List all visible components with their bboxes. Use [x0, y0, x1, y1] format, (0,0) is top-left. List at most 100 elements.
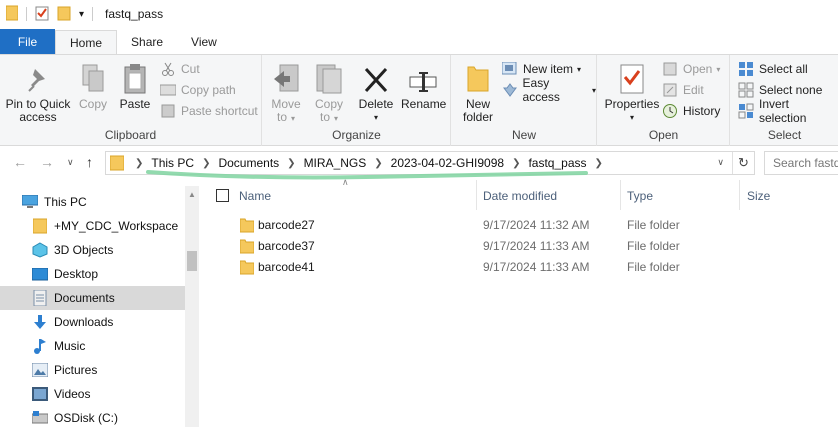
- breadcrumb-separator[interactable]: ❯: [512, 158, 520, 169]
- nav-item-videos[interactable]: Videos: [0, 382, 185, 406]
- new-group-label: New: [511, 128, 536, 142]
- organize-group: Move to ▾ Copy to ▾ Delete ▾ Rename Organi…: [263, 55, 451, 146]
- select-all-label: Select all: [759, 62, 808, 76]
- nav-item-pictures[interactable]: Pictures: [0, 358, 185, 382]
- breadcrumb-mira-ngs[interactable]: MIRA_NGS: [304, 156, 367, 170]
- file-list: ∧ Name Date modified Type Size barcode27…: [200, 177, 838, 427]
- file-date: 9/17/2024 11:33 AM: [483, 260, 590, 274]
- breadcrumb-separator[interactable]: ❯: [595, 158, 603, 169]
- cut-label: Cut: [181, 62, 200, 76]
- disk-icon: [32, 410, 48, 426]
- rename-button[interactable]: Rename: [401, 61, 446, 111]
- videos-icon: [32, 386, 48, 402]
- tab-file[interactable]: File: [0, 29, 55, 54]
- table-row[interactable]: barcode27 9/17/2024 11:32 AM File folder: [200, 214, 838, 235]
- select-group-label: Select: [767, 128, 802, 142]
- open-button[interactable]: Open ▾: [662, 59, 720, 79]
- column-divider[interactable]: [620, 180, 621, 210]
- new-folder-button[interactable]: New folder: [459, 61, 497, 124]
- pin-to-quick-access-button[interactable]: Pin to Quick access: [3, 61, 73, 124]
- column-size[interactable]: Size: [747, 189, 770, 209]
- recent-locations-icon[interactable]: ∨: [67, 157, 74, 168]
- properties-label: Properties: [604, 97, 660, 111]
- address-bar[interactable]: ❯ This PC ❯ Documents ❯ MIRA_NGS ❯ 2023-…: [105, 151, 755, 175]
- tab-share[interactable]: Share: [117, 29, 177, 54]
- edit-button[interactable]: Edit: [662, 80, 704, 100]
- breadcrumb-fastq-pass[interactable]: fastq_pass: [528, 156, 586, 170]
- ribbon-tabs: File Home Share View: [0, 29, 838, 55]
- breadcrumb-separator[interactable]: ❯: [135, 158, 143, 169]
- column-date-modified[interactable]: Date modified: [483, 189, 557, 209]
- column-divider[interactable]: [476, 180, 477, 210]
- scissors-icon: [160, 61, 176, 77]
- scroll-up-arrow-icon[interactable]: ▲: [188, 190, 196, 199]
- nav-item-label: Videos: [54, 387, 91, 401]
- file-type: File folder: [627, 260, 680, 274]
- refresh-icon[interactable]: ↻: [732, 152, 754, 174]
- open-icon: [662, 61, 678, 77]
- breadcrumb-separator[interactable]: ❯: [374, 158, 382, 169]
- nav-item-3d-objects[interactable]: 3D Objects: [0, 238, 185, 262]
- invert-selection-button[interactable]: Invert selection: [738, 97, 838, 125]
- column-name[interactable]: Name: [239, 189, 271, 209]
- search-input[interactable]: Search fastq: [764, 151, 838, 175]
- customize-qat-icon[interactable]: ▾: [79, 9, 84, 20]
- file-name: barcode37: [258, 239, 315, 253]
- edit-icon: [662, 82, 678, 98]
- select-all-button[interactable]: Select all: [738, 59, 808, 79]
- tab-view[interactable]: View: [177, 29, 231, 54]
- folder-icon: [239, 217, 255, 236]
- search-placeholder: Search fastq: [773, 156, 838, 170]
- breadcrumb-run-folder[interactable]: 2023-04-02-GHI9098: [391, 156, 504, 170]
- properties-button[interactable]: Properties ▾: [603, 61, 661, 124]
- forward-arrow-icon[interactable]: →: [40, 154, 54, 170]
- column-type[interactable]: Type: [627, 189, 653, 209]
- copy-path-button[interactable]: Copy path: [160, 80, 236, 100]
- copy-to-button[interactable]: Copy to ▾: [311, 61, 347, 125]
- nav-item-osdisk[interactable]: OSDisk (C:): [0, 406, 185, 427]
- select-none-icon: [738, 82, 754, 98]
- move-to-icon: [268, 61, 304, 95]
- easy-access-button[interactable]: Easy access ▾: [502, 76, 596, 104]
- breadcrumb-documents[interactable]: Documents: [218, 156, 279, 170]
- address-dropdown-icon[interactable]: ∨: [717, 157, 724, 168]
- nav-item-music[interactable]: Music: [0, 334, 185, 358]
- move-to-button[interactable]: Move to ▾: [268, 61, 304, 125]
- delete-button[interactable]: Delete ▾: [358, 61, 394, 124]
- file-date: 9/17/2024 11:32 AM: [483, 218, 590, 232]
- scroll-thumb[interactable]: [187, 251, 197, 271]
- history-button[interactable]: History: [662, 101, 720, 121]
- nav-item-label: +MY_CDC_Workspace: [54, 219, 179, 233]
- history-label: History: [683, 104, 721, 118]
- paste-shortcut-button[interactable]: Paste shortcut: [160, 101, 258, 121]
- folder-icon: [110, 155, 124, 171]
- nav-item-my-cdc-workspace[interactable]: +MY_CDC_Workspace: [0, 214, 185, 238]
- copy-path-icon: [160, 82, 176, 98]
- paste-button[interactable]: Paste: [116, 61, 154, 111]
- new-folder-label-line2: folder: [462, 110, 494, 124]
- nav-pane-scrollbar[interactable]: ▲: [185, 186, 199, 427]
- nav-item-documents[interactable]: Documents: [0, 286, 185, 310]
- properties-icon[interactable]: [35, 5, 49, 24]
- nav-item-desktop[interactable]: Desktop: [0, 262, 185, 286]
- breadcrumb-separator[interactable]: ❯: [287, 158, 295, 169]
- table-row[interactable]: barcode41 9/17/2024 11:33 AM File folder: [200, 256, 838, 277]
- paste-label: Paste: [119, 97, 151, 111]
- back-arrow-icon[interactable]: ←: [13, 154, 27, 170]
- breadcrumb-this-pc[interactable]: This PC: [151, 156, 194, 170]
- new-folder-icon: [459, 61, 497, 95]
- divider: [26, 7, 27, 21]
- copy-button[interactable]: Copy: [76, 61, 110, 111]
- select-all-checkbox[interactable]: [216, 189, 229, 202]
- music-icon: [32, 338, 48, 354]
- folder-icon: [239, 238, 255, 257]
- tab-home[interactable]: Home: [55, 30, 118, 55]
- up-arrow-icon[interactable]: ↑: [86, 154, 93, 170]
- breadcrumb-separator[interactable]: ❯: [202, 158, 210, 169]
- nav-item-this-pc[interactable]: This PC: [0, 190, 185, 214]
- nav-item-downloads[interactable]: Downloads: [0, 310, 185, 334]
- table-row[interactable]: barcode37 9/17/2024 11:33 AM File folder: [200, 235, 838, 256]
- new-folder-icon[interactable]: [57, 5, 71, 24]
- cut-button[interactable]: Cut: [160, 59, 200, 79]
- column-divider[interactable]: [739, 180, 740, 210]
